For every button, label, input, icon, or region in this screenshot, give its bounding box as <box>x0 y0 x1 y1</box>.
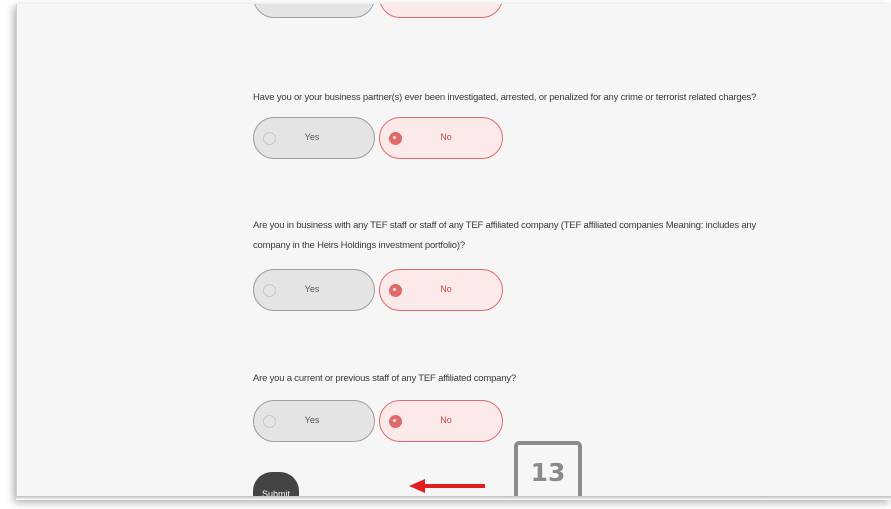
q2-no-option[interactable]: No <box>379 269 503 311</box>
step-number-badge: 13 <box>514 441 582 499</box>
q3-no-option[interactable]: No <box>379 400 503 442</box>
q2-no-label: No <box>440 284 452 294</box>
question-tef-business-text: Are you in business with any TEF staff o… <box>253 220 757 251</box>
q3-no-label: No <box>440 415 452 425</box>
q3-no-radio[interactable] <box>389 415 402 428</box>
q2-yes-option[interactable]: Yes <box>253 269 375 311</box>
question-tef-staff-text: Are you a current or previous staff of a… <box>253 373 516 384</box>
q1-yes-option[interactable]: Yes <box>253 117 375 159</box>
submit-button[interactable]: Submit <box>253 472 299 499</box>
q3-yes-label: Yes <box>304 415 320 425</box>
annotation-arrow-icon <box>409 479 485 493</box>
panel-shadow <box>16 496 891 500</box>
form-panel: Have you or your business partner(s) eve… <box>16 4 891 499</box>
q0-no-option[interactable] <box>379 4 503 18</box>
q2-no-radio[interactable] <box>389 284 402 297</box>
q2-yes-radio[interactable] <box>263 284 276 297</box>
q3-yes-option[interactable]: Yes <box>253 400 375 442</box>
q1-yes-radio[interactable] <box>263 132 276 145</box>
q1-no-option[interactable]: No <box>379 117 503 159</box>
question-investigated-text: Have you or your business partner(s) eve… <box>253 92 757 103</box>
q1-no-label: No <box>440 132 452 142</box>
q3-yes-radio[interactable] <box>263 415 276 428</box>
q1-no-radio[interactable] <box>389 132 402 145</box>
q1-yes-label: Yes <box>304 132 320 142</box>
q0-yes-option[interactable] <box>253 4 375 18</box>
q2-yes-label: Yes <box>304 284 320 294</box>
